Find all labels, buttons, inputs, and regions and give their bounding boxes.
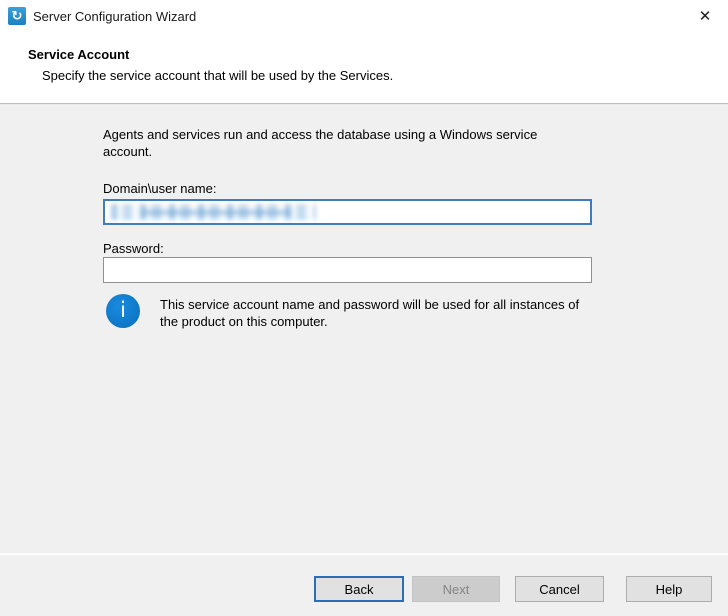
- titlebar: ↻ Server Configuration Wizard ✕: [0, 0, 728, 32]
- page-title: Service Account: [28, 47, 129, 62]
- password-input[interactable]: [103, 257, 592, 283]
- close-icon[interactable]: ✕: [682, 0, 728, 32]
- next-button[interactable]: Next: [412, 576, 500, 602]
- wizard-header: Service Account Specify the service acco…: [0, 32, 728, 103]
- footer-divider: [0, 553, 728, 554]
- back-button[interactable]: Back: [314, 576, 404, 602]
- username-input[interactable]: [103, 199, 592, 225]
- cancel-button[interactable]: Cancel: [515, 576, 604, 602]
- wizard-content: Agents and services run and access the d…: [0, 105, 728, 553]
- help-button[interactable]: Help: [626, 576, 712, 602]
- page-subtitle: Specify the service account that will be…: [42, 68, 393, 83]
- intro-text: Agents and services run and access the d…: [103, 126, 583, 160]
- footer: Back Next Cancel Help: [0, 555, 728, 616]
- redacted-username-value: [111, 204, 316, 220]
- server-configuration-wizard-window: ↻ Server Configuration Wizard ✕ Service …: [0, 0, 728, 616]
- info-icon: i: [106, 294, 140, 328]
- info-note: This service account name and password w…: [160, 296, 592, 330]
- app-icon: ↻: [8, 7, 26, 25]
- window-title: Server Configuration Wizard: [33, 9, 196, 24]
- username-label: Domain\user name:: [103, 181, 216, 196]
- password-label: Password:: [103, 241, 164, 256]
